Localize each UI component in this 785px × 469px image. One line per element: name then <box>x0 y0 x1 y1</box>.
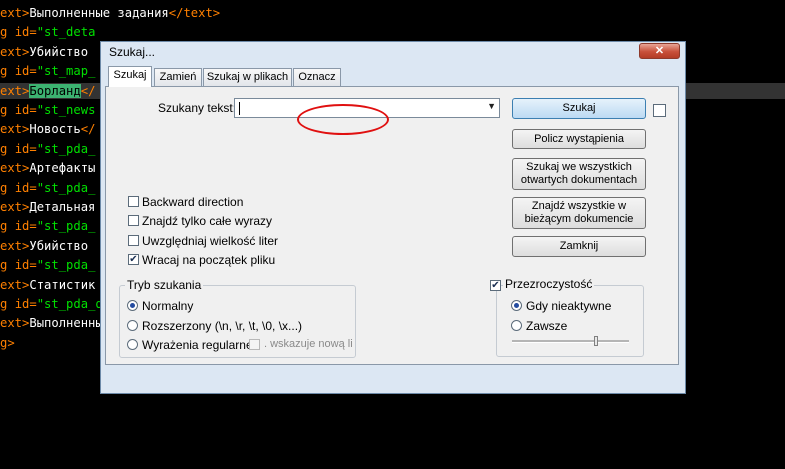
code-token: g> <box>0 335 15 350</box>
transparency-inactive-radio[interactable] <box>511 300 522 311</box>
newline-hint-label: . wskazuje nową li <box>264 338 353 350</box>
code-token: g <box>0 64 15 79</box>
code-token: "st_news <box>36 103 96 117</box>
code-token: ext> <box>0 277 30 292</box>
code-token: g <box>0 25 15 40</box>
find-all-open-button[interactable]: Szukaj we wszystkich otwartych dokumenta… <box>512 158 646 190</box>
code-token: </ <box>80 83 96 98</box>
find-button[interactable]: Szukaj <box>512 98 646 119</box>
code-token: </ <box>80 122 96 137</box>
option-checkbox-1[interactable] <box>128 215 139 226</box>
code-token: Убийство <box>29 44 89 59</box>
code-token: ext> <box>0 6 30 20</box>
option-backward-label: Backward direction <box>142 195 244 209</box>
transparency-checkbox[interactable]: ✔ <box>490 280 501 291</box>
code-token: Новость <box>29 122 81 137</box>
mode-extended-label: Rozszerzony (\n, \r, \t, \0, \x...) <box>142 319 303 333</box>
mode-normal-radio[interactable] <box>127 300 138 311</box>
transparency-legend: Przezroczystość <box>503 277 595 291</box>
code-token: id= <box>14 64 37 79</box>
mode-extended-radio[interactable] <box>127 320 138 331</box>
search-label: Szukany tekst: <box>158 101 237 115</box>
transparency-always-label: Zawsze <box>526 319 568 333</box>
title-bar[interactable]: Szukaj... ✕ <box>101 42 685 64</box>
code-token: ext> <box>0 44 30 59</box>
code-token: </text> <box>168 6 221 20</box>
code-token: "st_pda_ <box>36 180 96 195</box>
transparency-slider[interactable] <box>512 340 629 343</box>
code-token: "st_map_ <box>36 64 96 79</box>
code-token: g <box>0 219 15 234</box>
code-token: Статистик <box>29 277 96 292</box>
mode-regex-label: Wyrażenia regularne <box>142 338 253 352</box>
count-button[interactable]: Policz wystąpienia <box>512 129 646 149</box>
option-checkbox-0[interactable] <box>128 196 139 207</box>
close-icon[interactable]: ✕ <box>639 43 680 59</box>
code-token: Убийство <box>29 238 89 253</box>
code-token: Выполненные задания <box>29 6 169 20</box>
code-token: "st_deta <box>36 25 96 40</box>
find-all-open-line2: otwartych dokumentach <box>520 174 638 186</box>
code-token: ext> <box>0 161 30 176</box>
option-checkbox-2[interactable] <box>128 235 139 246</box>
code-token: ext> <box>0 238 30 253</box>
tab-find-in-files[interactable]: Szukaj w plikach <box>203 68 292 86</box>
transparency-slider-thumb[interactable] <box>594 336 599 346</box>
mode-normal-label: Normalny <box>142 299 194 313</box>
option-match-case-label: Uwzględniaj wielkość liter <box>142 234 279 248</box>
highlight-circle <box>297 104 389 135</box>
code-token: id= <box>14 25 37 40</box>
code-token: g <box>0 258 15 273</box>
tab-mark[interactable]: Oznacz <box>293 68 341 86</box>
transparency-always-radio[interactable] <box>511 320 522 331</box>
code-token: g <box>0 103 15 117</box>
code-token: id= <box>14 219 37 234</box>
transparency-inactive-label: Gdy nieaktywne <box>526 299 612 313</box>
tab-find[interactable]: Szukaj <box>108 66 152 87</box>
code-token: ext> <box>0 83 30 98</box>
code-token: Борланд <box>29 83 81 98</box>
code-token: ext> <box>0 316 30 331</box>
extra-checkbox[interactable] <box>653 104 666 117</box>
option-wrap-label: Wracaj na początek pliku <box>142 253 276 267</box>
find-all-open-line1: Szukaj we wszystkich <box>526 161 632 173</box>
code-token: g <box>0 297 15 311</box>
code-token: id= <box>14 258 37 273</box>
code-token: ext> <box>0 200 30 214</box>
code-line[interactable]: ext>Выполненные задания</text> <box>0 5 785 21</box>
code-token: "st_pda_ <box>36 141 96 156</box>
find-dialog: Szukaj... ✕ Szukaj Zamień Szukaj w plika… <box>100 41 686 394</box>
find-all-current-button[interactable]: Znajdź wszystkie w bieżącym dokumencie <box>512 197 646 229</box>
search-mode-legend: Tryb szukania <box>125 278 204 292</box>
code-token: "st_pda_ <box>36 219 96 234</box>
tab-replace[interactable]: Zamień <box>154 68 202 86</box>
find-all-current-line2: bieżącym dokumencie <box>524 213 634 225</box>
code-token: g <box>0 141 15 156</box>
option-checkbox-3[interactable]: ✔ <box>128 254 139 265</box>
dialog-title: Szukaj... <box>109 45 156 59</box>
code-token: Детальная <box>29 200 96 214</box>
code-token: g <box>0 180 15 195</box>
find-all-current-line1: Znajdź wszystkie w <box>531 200 627 212</box>
code-token: id= <box>14 103 37 117</box>
mode-regex-radio[interactable] <box>127 339 138 350</box>
option-whole-word-label: Znajdź tylko całe wyrazy <box>142 214 273 228</box>
code-line[interactable]: g id="st_deta <box>0 24 785 40</box>
code-token: id= <box>14 297 37 311</box>
newline-checkbox[interactable] <box>249 339 260 350</box>
code-token: Артефакты <box>29 161 96 176</box>
code-token: id= <box>14 141 37 156</box>
code-token: id= <box>14 180 37 195</box>
close-button[interactable]: Zamknij <box>512 236 646 257</box>
code-token: "st_pda_ <box>36 258 96 273</box>
code-token: ext> <box>0 122 30 137</box>
chevron-down-icon[interactable]: ▼ <box>487 101 496 111</box>
